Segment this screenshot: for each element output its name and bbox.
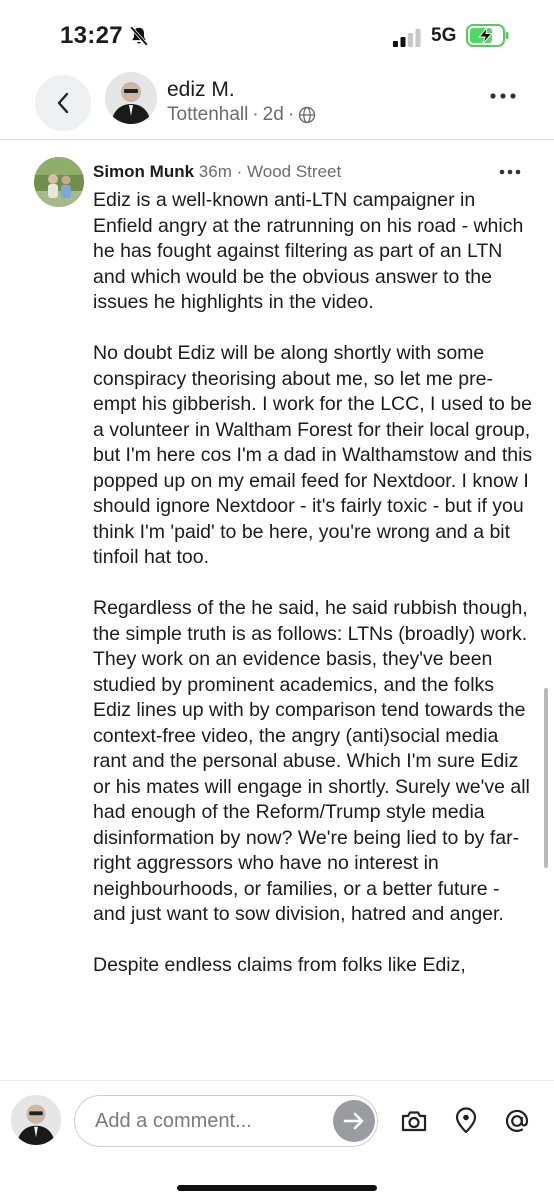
send-button[interactable]	[333, 1100, 375, 1142]
comment-location[interactable]: Wood Street	[247, 162, 341, 181]
comment-input[interactable]: Add a comment...	[74, 1095, 378, 1147]
network-label: 5G	[431, 25, 457, 46]
comment-input-placeholder: Add a comment...	[95, 1110, 252, 1132]
header-divider	[0, 139, 554, 140]
comment-paragraph: Ediz is a well-known anti-LTN campaigner…	[93, 189, 524, 313]
status-time: 13:27	[60, 22, 123, 49]
post-author-meta: Tottenhall · 2d ·	[167, 104, 316, 126]
camera-icon[interactable]	[400, 1107, 428, 1135]
globe-icon	[298, 106, 316, 124]
meta-separator: ·	[287, 104, 295, 125]
person-photo-icon	[105, 72, 157, 124]
commenter-name[interactable]: Simon Munk	[93, 162, 194, 181]
meta-separator: ·	[236, 162, 243, 181]
comment-paragraph: Regardless of the he said, he said rubbi…	[93, 597, 530, 925]
post-author-location[interactable]: Tottenhall	[167, 104, 248, 126]
battery-charging-icon	[466, 24, 509, 47]
status-bar: 13:27 5G	[0, 0, 554, 70]
back-button[interactable]	[35, 75, 91, 131]
send-arrow-icon	[343, 1112, 364, 1130]
comment-header: Simon Munk 36m · Wood Street	[93, 162, 341, 182]
post-author-avatar[interactable]	[105, 72, 157, 124]
signal-icon	[393, 29, 421, 47]
comment: Simon Munk 36m · Wood Street Ediz is a w…	[0, 150, 554, 1080]
meta-separator: ·	[252, 104, 259, 125]
comment-more-options-icon[interactable]	[498, 167, 522, 177]
home-indicator[interactable]	[177, 1185, 377, 1191]
location-pin-icon[interactable]	[452, 1107, 480, 1135]
outdoor-photo-icon	[34, 157, 84, 207]
scrollbar[interactable]	[544, 688, 548, 868]
at-mention-icon[interactable]	[503, 1107, 531, 1135]
commenter-avatar[interactable]	[34, 157, 84, 207]
post-header: ediz M. Tottenhall · 2d ·	[0, 70, 554, 140]
comment-time: 36m	[198, 162, 232, 181]
chevron-left-icon	[57, 92, 69, 114]
person-photo-icon	[11, 1095, 61, 1145]
comment-paragraph: No doubt Ediz will be along shortly with…	[93, 342, 533, 568]
current-user-avatar	[11, 1095, 61, 1145]
comment-paragraph: Despite endless claims from folks like E…	[93, 954, 466, 976]
bell-off-icon	[129, 26, 149, 46]
comment-composer: Add a comment...	[0, 1080, 554, 1200]
post-author-name[interactable]: ediz M.	[167, 78, 235, 102]
post-age: 2d	[262, 104, 284, 125]
more-options-icon[interactable]	[488, 90, 518, 102]
comment-body: Ediz is a well-known anti-LTN campaigner…	[93, 188, 533, 1004]
